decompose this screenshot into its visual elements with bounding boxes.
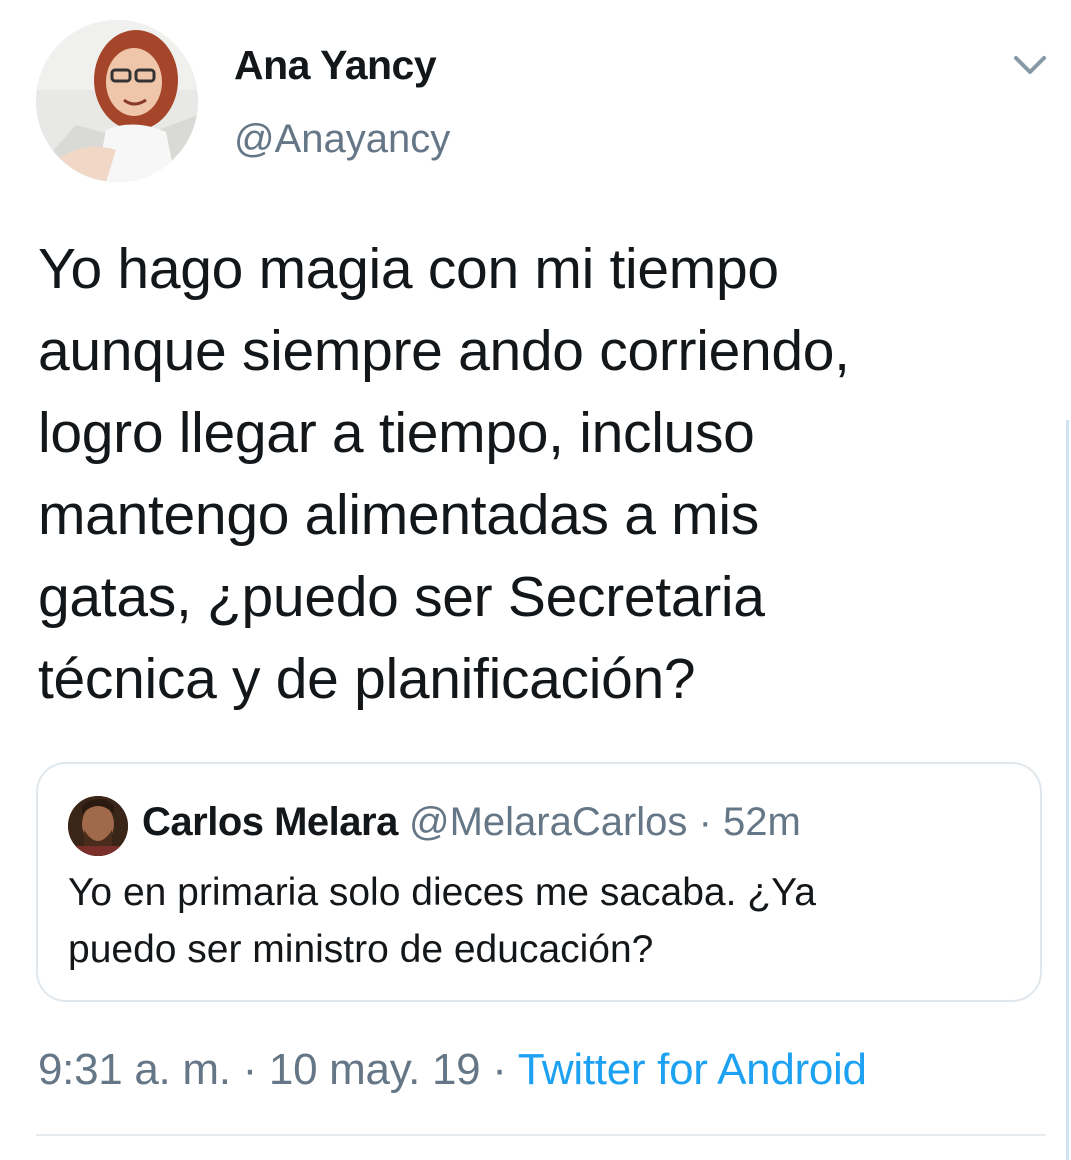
scrollbar[interactable] <box>1066 420 1069 1160</box>
tweet-source-link[interactable]: Twitter for Android <box>518 1045 867 1094</box>
tweet-text: Yo hago magia con mi tiempo aunque siemp… <box>38 237 850 711</box>
quoted-author-name: Carlos Melara <box>142 800 398 844</box>
quoted-tweet[interactable]: Carlos Melara @MelaraCarlos · 52m Yo en … <box>36 762 1042 1002</box>
divider <box>36 1134 1046 1136</box>
quoted-header: Carlos Melara @MelaraCarlos · 52m <box>142 798 801 846</box>
quoted-timestamp: 52m <box>723 800 801 844</box>
quoted-tweet-text: Yo en primaria solo dieces me sacaba. ¿Y… <box>68 871 816 971</box>
tweet-date: 10 may. 19 <box>268 1045 481 1094</box>
quoted-author-handle: @MelaraCarlos <box>408 800 688 844</box>
meta-separator-2: · <box>492 1045 507 1094</box>
author-name[interactable]: Ana Yancy <box>234 42 437 89</box>
author-avatar[interactable] <box>36 20 198 182</box>
quoted-separator: · <box>698 800 712 844</box>
chevron-down-icon[interactable] <box>1008 48 1052 82</box>
tweet-card: Ana Yancy @Anayancy Yo hago magia con mi… <box>0 0 1071 1160</box>
meta-separator-1: · <box>242 1045 258 1094</box>
tweet-meta: 9:31 a. m. · 10 may. 19 · Twitter for An… <box>38 1045 867 1095</box>
tweet-time: 9:31 a. m. <box>38 1045 231 1094</box>
author-handle[interactable]: @Anayancy <box>234 117 450 162</box>
quoted-author-avatar <box>68 796 128 856</box>
